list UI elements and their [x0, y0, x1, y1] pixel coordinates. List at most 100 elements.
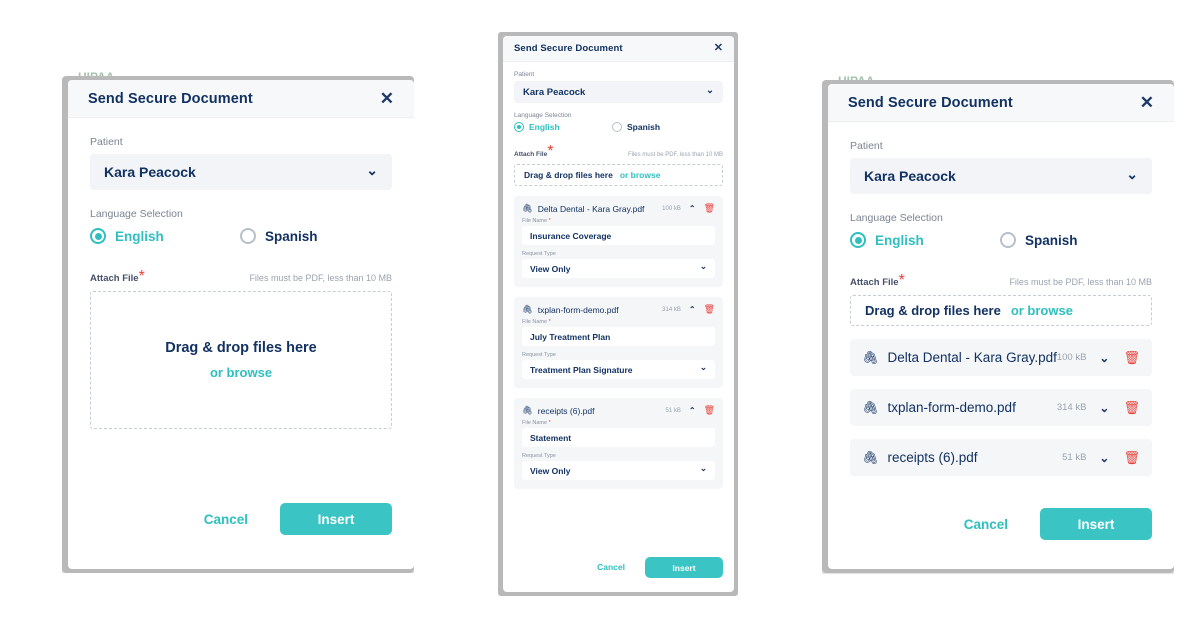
radio-unselected-icon — [240, 228, 256, 244]
dialog-header: Send Secure Document ✕ — [828, 84, 1174, 122]
request-type-select[interactable]: View Only ⌄ — [522, 259, 715, 278]
cancel-button[interactable]: Cancel — [198, 511, 254, 528]
request-type-label: Request Type — [522, 453, 556, 459]
file-card: 🖇 Delta Dental - Kara Gray.pdf 100 kB ⌃ … — [514, 196, 723, 287]
file-name-label: File Name * — [522, 319, 551, 325]
file-name-input[interactable]: July Treatment Plan — [522, 327, 715, 346]
file-size-text: 51 kB — [1062, 452, 1087, 463]
file-card-header[interactable]: 🖇 Delta Dental - Kara Gray.pdf 100 kB ⌃ … — [522, 203, 715, 214]
insert-button[interactable]: Insert — [645, 556, 723, 578]
insert-button[interactable]: Insert — [1040, 508, 1152, 540]
delete-icon[interactable]: 🗑 — [1123, 350, 1140, 366]
file-size-text: 100 kB — [662, 205, 681, 212]
radio-spanish-label: Spanish — [265, 228, 318, 244]
close-icon[interactable]: ✕ — [714, 43, 723, 54]
file-dropzone[interactable]: Drag & drop files here or browse — [90, 291, 392, 429]
radio-selected-icon — [850, 232, 866, 248]
file-row[interactable]: 🖇 txplan-form-demo.pdf 314 kB ⌄ 🗑 — [850, 389, 1152, 426]
attach-file-header: Attach File* Files must be PDF, less tha… — [514, 143, 723, 161]
chevron-down-icon: ⌄ — [699, 261, 707, 271]
dialog-header: Send Secure Document ✕ — [68, 80, 414, 118]
send-secure-document-dialog-empty: Send Secure Document ✕ Patient Kara Peac… — [68, 80, 414, 569]
radio-unselected-icon — [612, 122, 622, 132]
radio-english[interactable]: English — [850, 232, 1000, 248]
language-radio-group: English Spanish — [514, 122, 723, 132]
file-card: 🖇 txplan-form-demo.pdf 314 kB ⌃ 🗑 File N… — [514, 297, 723, 388]
browse-link[interactable]: or browse — [1011, 303, 1073, 318]
cancel-button[interactable]: Cancel — [591, 561, 631, 573]
delete-icon[interactable]: 🗑 — [704, 405, 715, 416]
file-row[interactable]: 🖇 Delta Dental - Kara Gray.pdf 100 kB ⌄ … — [850, 339, 1152, 376]
chevron-down-icon: ⌄ — [706, 84, 714, 96]
paperclip-icon: 🖇 — [862, 449, 879, 465]
file-name-label: File Name * — [522, 218, 551, 224]
request-type-value: View Only — [530, 465, 571, 476]
language-selection-label: Language Selection — [90, 208, 183, 220]
attach-file-header: Attach File* Files must be PDF, less tha… — [850, 272, 1152, 290]
patient-value: Kara Peacock — [104, 164, 196, 180]
delete-icon[interactable]: 🗑 — [704, 203, 715, 214]
radio-english-label: English — [875, 232, 924, 248]
file-row[interactable]: 🖇 receipts (6).pdf 51 kB ⌄ 🗑 — [850, 439, 1152, 476]
patient-value: Kara Peacock — [864, 168, 956, 184]
chevron-down-icon[interactable]: ⌄ — [1099, 351, 1109, 365]
file-name-input[interactable]: Statement — [522, 428, 715, 447]
file-size-text: 51 kB — [665, 407, 681, 414]
dropzone-title: Drag & drop files here — [865, 303, 1001, 318]
request-type-label: Request Type — [522, 251, 556, 257]
radio-english[interactable]: English — [90, 228, 240, 244]
request-type-select[interactable]: Treatment Plan Signature ⌄ — [522, 360, 715, 379]
radio-selected-icon — [90, 228, 106, 244]
request-type-value: View Only — [530, 263, 571, 274]
chevron-down-icon[interactable]: ⌄ — [1099, 451, 1109, 465]
file-row-content: 🖇 Delta Dental - Kara Gray.pdf 100 kB ⌄ … — [862, 350, 1140, 366]
patient-select[interactable]: Kara Peacock ⌄ — [850, 158, 1152, 194]
file-row-content: 🖇 receipts (6).pdf 51 kB ⌄ 🗑 — [862, 450, 1140, 466]
chevron-up-icon[interactable]: ⌃ — [689, 406, 696, 415]
patient-select[interactable]: Kara Peacock ⌄ — [90, 154, 392, 190]
delete-icon[interactable]: 🗑 — [1123, 450, 1140, 466]
attach-file-hint: Files must be PDF, less than 10 MB — [627, 152, 723, 158]
paperclip-icon: 🖇 — [862, 399, 879, 415]
file-card-header[interactable]: 🖇 receipts (6).pdf 51 kB ⌃ 🗑 — [522, 405, 715, 416]
file-name-text: receipts (6).pdf — [537, 405, 595, 416]
file-card-header[interactable]: 🖇 txplan-form-demo.pdf 314 kB ⌃ 🗑 — [522, 304, 715, 315]
attach-file-label-wrap: Attach File* — [90, 268, 145, 286]
chevron-up-icon[interactable]: ⌃ — [689, 204, 696, 213]
close-icon[interactable]: ✕ — [1140, 94, 1154, 111]
attach-file-hint: Files must be PDF, less than 10 MB — [249, 273, 392, 283]
required-asterisk: * — [138, 268, 145, 285]
language-radio-group: English Spanish — [90, 228, 392, 244]
chevron-down-icon: ⌄ — [699, 463, 707, 473]
patient-value: Kara Peacock — [523, 86, 586, 98]
patient-label: Patient — [850, 140, 883, 152]
browse-link[interactable]: or browse — [210, 365, 272, 380]
radio-spanish[interactable]: Spanish — [240, 228, 318, 244]
insert-button[interactable]: Insert — [280, 503, 392, 535]
file-dropzone[interactable]: Drag & drop files here or browse — [850, 295, 1152, 326]
chevron-up-icon[interactable]: ⌃ — [689, 305, 696, 314]
cancel-button[interactable]: Cancel — [958, 516, 1014, 533]
radio-spanish[interactable]: Spanish — [1000, 232, 1078, 248]
paperclip-icon: 🖇 — [522, 405, 533, 415]
radio-spanish[interactable]: Spanish — [612, 122, 660, 132]
file-name-input[interactable]: Insurance Coverage — [522, 226, 715, 245]
file-dropzone[interactable]: Drag & drop files here or browse — [514, 164, 723, 186]
request-type-select[interactable]: View Only ⌄ — [522, 461, 715, 480]
chevron-down-icon[interactable]: ⌄ — [1099, 401, 1109, 415]
attach-file-hint: Files must be PDF, less than 10 MB — [1009, 277, 1152, 287]
file-name-text: receipts (6).pdf — [887, 450, 978, 465]
language-selection-label: Language Selection — [514, 112, 572, 119]
browse-link[interactable]: or browse — [620, 170, 661, 180]
dialog-body: Patient Kara Peacock ⌄ Language Selectio… — [503, 62, 734, 550]
patient-select[interactable]: Kara Peacock ⌄ — [514, 81, 723, 103]
delete-icon[interactable]: 🗑 — [1123, 400, 1140, 416]
dialog-title: Send Secure Document — [88, 90, 253, 107]
paperclip-icon: 🖇 — [522, 203, 533, 213]
attach-file-label: Attach File — [850, 277, 899, 288]
close-icon[interactable]: ✕ — [380, 90, 394, 107]
radio-english[interactable]: English — [514, 122, 612, 132]
attach-file-label: Attach File — [514, 151, 548, 158]
delete-icon[interactable]: 🗑 — [704, 304, 715, 315]
paperclip-icon: 🖇 — [522, 304, 533, 314]
